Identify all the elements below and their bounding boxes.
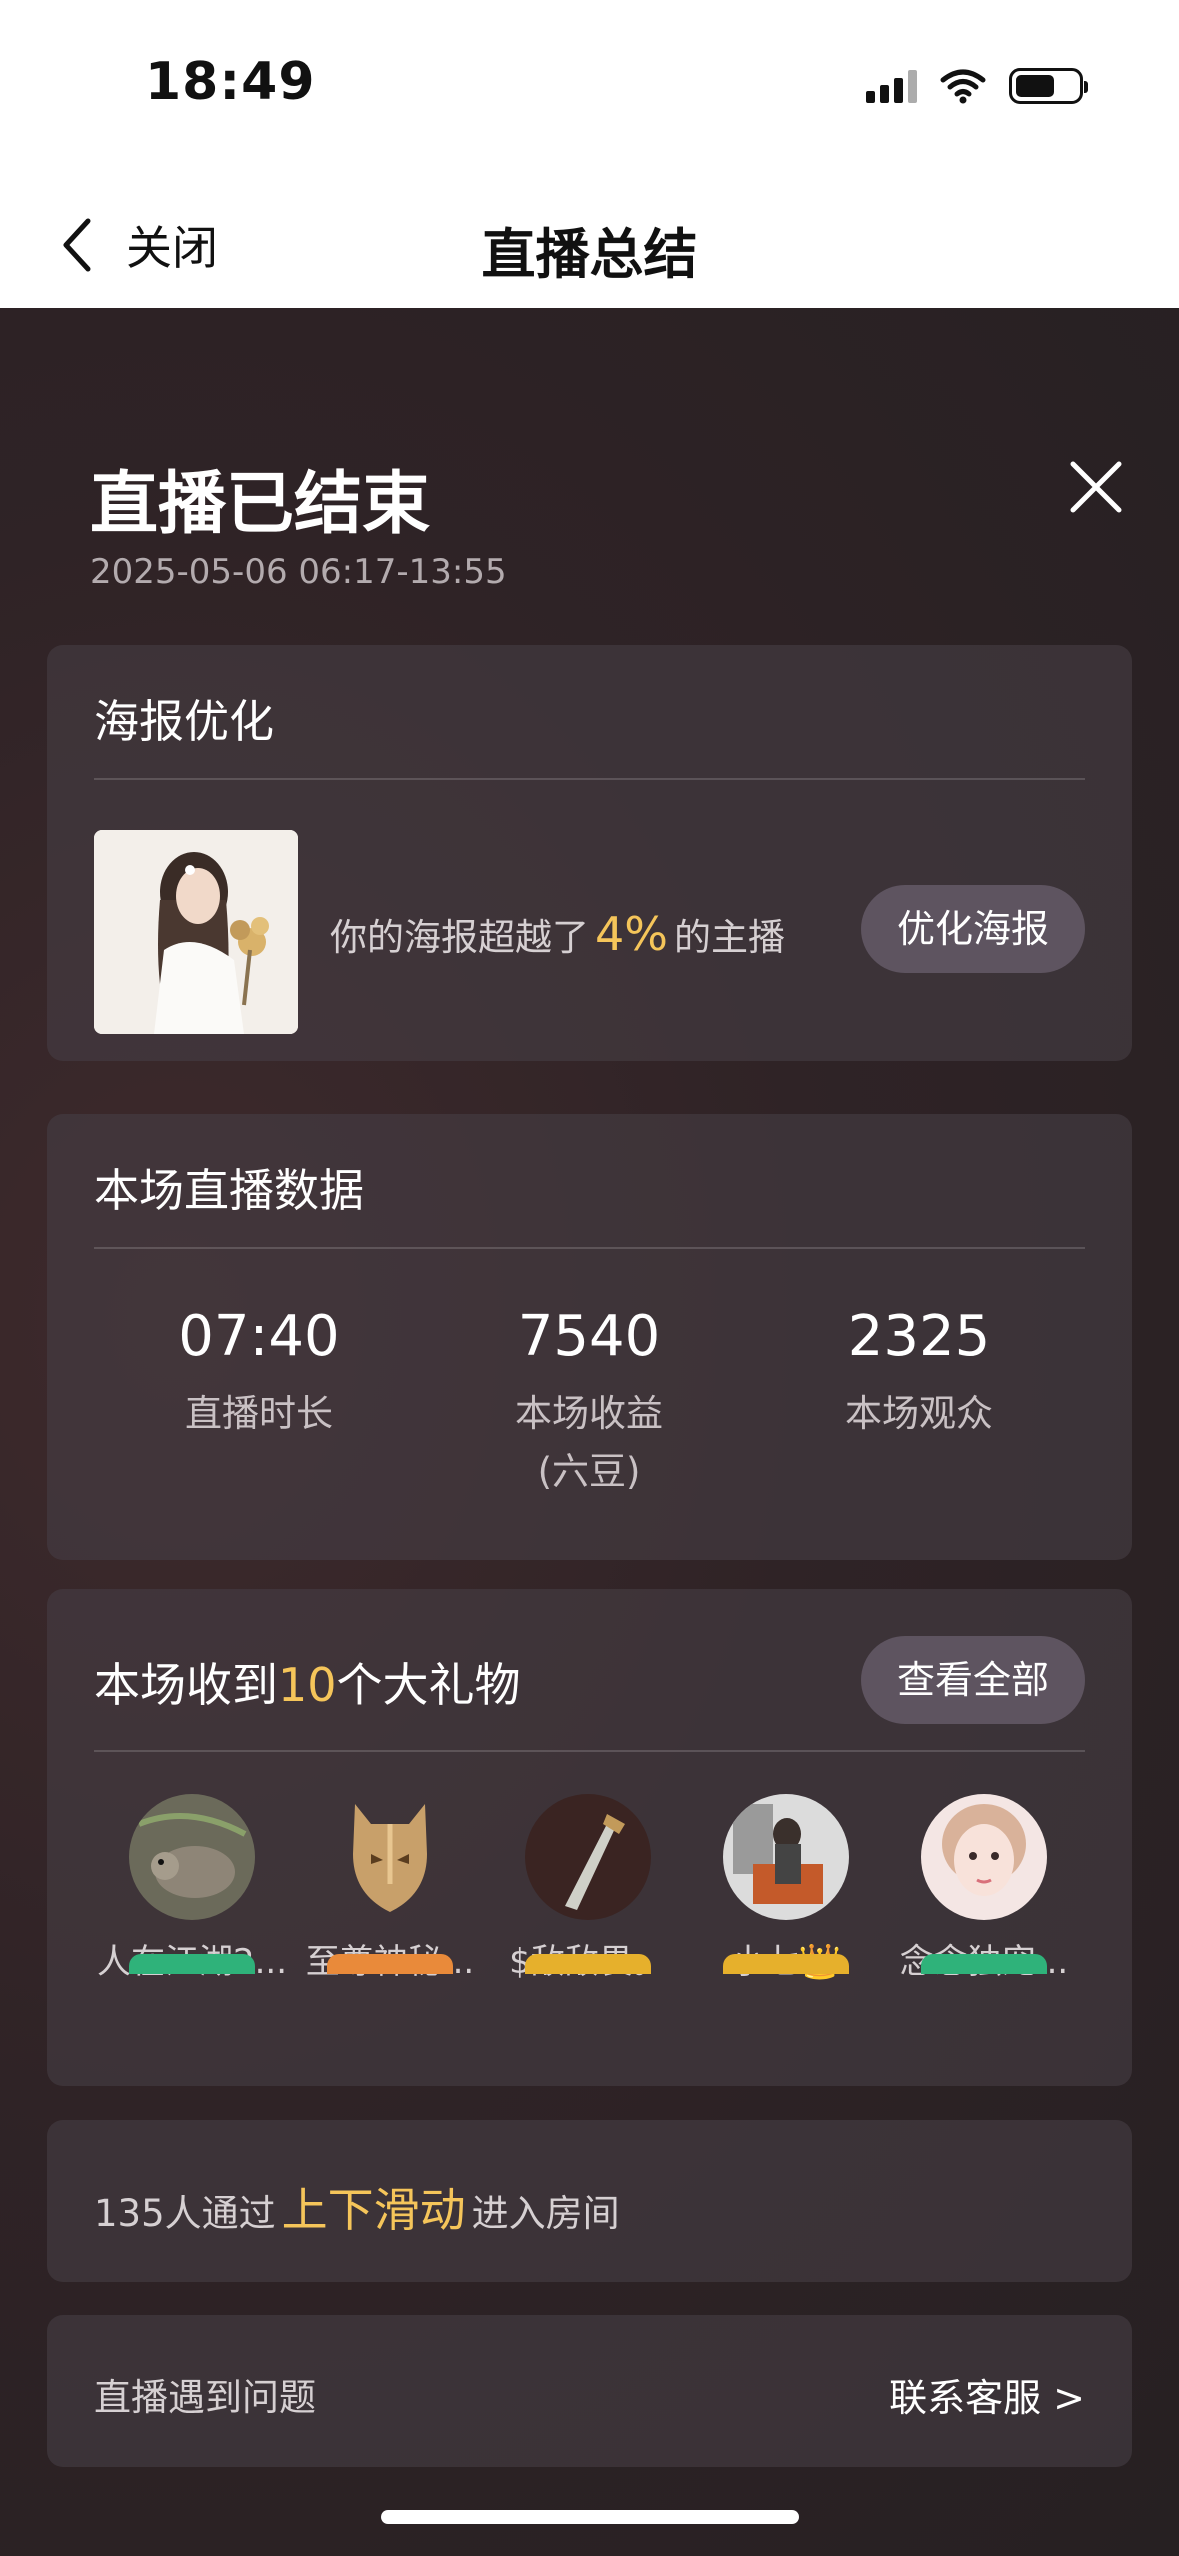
contact-support-link[interactable]: 联系客服 >: [889, 2367, 1085, 2422]
big-gifts-count: 10: [278, 1658, 337, 1712]
hedgehog-avatar: [129, 1794, 255, 1920]
status-time: 18:49: [145, 52, 316, 112]
big-gifts-title-suffix: 个大礼物: [336, 1658, 521, 1712]
poster-rank-percent: 4%: [595, 907, 668, 961]
level-badge: [723, 1954, 849, 1974]
swipe-highlight: 上下滑动: [281, 2183, 466, 2237]
swipe-entry-suffix: 进入房间: [471, 2192, 620, 2235]
swipe-entry-card: 135人通过 上下滑动 进入房间: [47, 2120, 1132, 2282]
live-stats-title: 本场直播数据: [94, 1164, 365, 1217]
divider: [94, 1247, 1085, 1249]
poster-rank-suffix: 的主播: [673, 916, 785, 959]
optimize-poster-button[interactable]: 优化海报: [861, 885, 1085, 973]
page-title: 直播总结: [481, 223, 698, 286]
stat-audience-label: 本场观众: [845, 1392, 993, 1435]
stat-duration: 07:40 直播时长: [109, 1304, 409, 1443]
live-ended-title: 直播已结束: [90, 465, 431, 544]
dagger-avatar: [525, 1794, 651, 1920]
big-gifts-title: 本场收到10个大礼物: [94, 1649, 521, 1715]
cellular-signal-icon: [866, 69, 917, 103]
level-badge: [525, 1954, 651, 1974]
stat-earnings-label: 本场收益 (六豆): [515, 1392, 663, 1493]
level-badge: [129, 1954, 255, 1974]
divider: [94, 1750, 1085, 1752]
help-card[interactable]: 直播遇到问题 联系客服 >: [47, 2315, 1132, 2467]
nav-bar: 关闭 直播总结: [0, 175, 1179, 308]
live-time-range: 2025-05-06 06:17-13:55: [90, 552, 507, 592]
battery-icon: [1009, 68, 1088, 104]
swipe-entry-prefix: 135人通过: [94, 2192, 276, 2235]
status-icons: [866, 66, 1088, 106]
girl-chair-avatar: [723, 1794, 849, 1920]
live-summary-content: 直播已结束 2025-05-06 06:17-13:55 海报优化 你的海报超越…: [0, 308, 1179, 2556]
poster-rank-prefix: 你的海报超越了: [330, 916, 589, 959]
stat-duration-value: 07:40: [178, 1304, 340, 1369]
big-gifts-title-prefix: 本场收到: [94, 1658, 278, 1712]
stat-audience-value: 2325: [847, 1304, 991, 1369]
divider: [94, 778, 1085, 780]
swipe-entry-text: 135人通过 上下滑动 进入房间: [94, 2174, 620, 2240]
level-badge: [327, 1954, 453, 1974]
girl-face-avatar: [921, 1794, 1047, 1920]
live-stats-card: 本场直播数据 07:40 直播时长 7540 本场收益 (六豆) 2325 本场…: [47, 1114, 1132, 1560]
status-bar: 18:49: [0, 0, 1179, 175]
view-all-button[interactable]: 查看全部: [861, 1636, 1085, 1724]
stat-earnings-value: 7540: [517, 1304, 661, 1369]
home-indicator[interactable]: [381, 2510, 799, 2524]
poster-card-title: 海报优化: [94, 695, 275, 748]
wifi-icon: [940, 69, 986, 104]
help-label: 直播遇到问题: [94, 2376, 316, 2419]
stat-earnings: 7540 本场收益 (六豆): [439, 1304, 739, 1501]
golden-mask-avatar: [327, 1794, 453, 1920]
stat-audience: 2325 本场观众: [769, 1304, 1069, 1443]
big-gifts-card: 本场收到10个大礼物 查看全部 人在江湖2... 至尊神秘... $敌敌畏。: [47, 1589, 1132, 2086]
poster-image[interactable]: [94, 830, 298, 1034]
level-badge: [921, 1954, 1047, 1974]
poster-card: 海报优化 你的海报超越了 4% 的主播 优化海报: [47, 645, 1132, 1061]
close-icon[interactable]: [1061, 452, 1131, 522]
stat-duration-label: 直播时长: [185, 1392, 333, 1435]
poster-rank-text: 你的海报超越了 4% 的主播: [330, 907, 785, 961]
